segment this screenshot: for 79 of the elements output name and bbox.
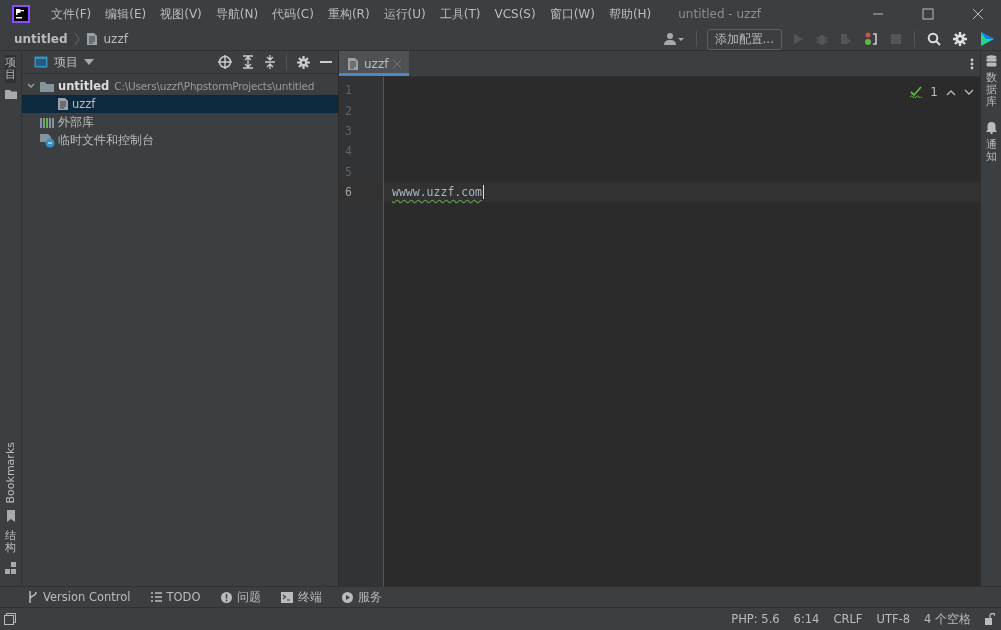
tool-window-button[interactable]: Version Control	[28, 590, 131, 604]
bell-icon	[985, 122, 997, 135]
database-icon	[985, 55, 997, 67]
tool-window-tab[interactable]: 数据库	[985, 70, 997, 111]
tool-window-button[interactable]: TODO	[150, 590, 201, 604]
menu-item[interactable]: 窗口(W)	[544, 5, 600, 23]
attach-debugger-icon[interactable]	[864, 32, 878, 46]
tool-window-tab[interactable]: 项目	[5, 55, 16, 84]
status-item[interactable]: CRLF	[833, 612, 863, 626]
tree-row[interactable]: 外部库	[22, 113, 338, 131]
list-icon	[150, 592, 162, 602]
settings-icon[interactable]	[297, 55, 310, 69]
menu-item[interactable]: 视图(V)	[155, 5, 207, 23]
menu-item[interactable]: 编辑(E)	[100, 5, 152, 23]
menu-item[interactable]: 重构(R)	[322, 5, 375, 23]
panel-title[interactable]: 项目	[54, 53, 78, 71]
play-logo-icon[interactable]	[979, 31, 995, 47]
more-icon[interactable]	[970, 57, 974, 70]
code-line: wwww.uzzf.com	[392, 185, 482, 200]
menu-item[interactable]: 工具(T)	[434, 5, 486, 23]
next-icon[interactable]	[964, 88, 974, 96]
breadcrumb-separator-icon	[73, 32, 80, 46]
app-logo-icon	[12, 5, 30, 23]
tree-row[interactable]: 临时文件和控制台	[22, 131, 338, 149]
menu-item[interactable]: 文件(F)	[46, 5, 97, 23]
settings-icon[interactable]	[953, 32, 967, 46]
editor-tab[interactable]: uzzf	[339, 51, 410, 76]
menu-item[interactable]: 导航(N)	[210, 5, 264, 23]
terminal-icon	[280, 591, 293, 603]
tool-window-button[interactable]: 问题	[220, 589, 261, 605]
search-icon[interactable]	[927, 32, 941, 46]
tree-row[interactable]: untitled C:\Users\uzzf\PhpstormProjects\untitled	[22, 77, 338, 95]
tool-window-tab[interactable]: 结构	[5, 527, 16, 556]
status-item[interactable]: 6:14	[793, 612, 820, 626]
tree-row[interactable]: uzzf	[22, 95, 338, 113]
add-configuration-button[interactable]: 添加配置...	[706, 28, 782, 50]
close-icon[interactable]	[972, 8, 984, 20]
inspection-count[interactable]: 1	[930, 85, 938, 99]
tree-item-label: 外部库	[58, 114, 94, 130]
weak-warning-icon	[910, 86, 923, 98]
collapse-all-icon[interactable]	[264, 55, 276, 69]
lock-icon[interactable]	[985, 613, 995, 625]
file-icon	[347, 56, 359, 71]
dropdown-arrow-icon[interactable]	[84, 59, 94, 65]
file-icon	[57, 97, 69, 111]
structure-icon	[4, 562, 17, 574]
menu-item[interactable]: 帮助(H)	[603, 5, 657, 23]
play-circle-icon	[341, 591, 353, 603]
tool-window-button[interactable]: 服务	[341, 589, 382, 605]
user-icon[interactable]	[663, 32, 684, 46]
folder-icon	[39, 79, 55, 93]
breadcrumb-item[interactable]: untitled	[14, 32, 68, 46]
status-item[interactable]: UTF-8	[876, 612, 910, 626]
warning-icon	[220, 591, 232, 603]
previous-icon[interactable]	[946, 88, 956, 96]
expand-all-icon[interactable]	[242, 55, 254, 69]
status-item[interactable]: 4 个空格	[924, 611, 971, 627]
tool-window-tab[interactable]: 通知	[985, 137, 997, 166]
tool-window-button[interactable]: 终端	[280, 589, 322, 605]
project-path: C:\Users\uzzf\PhpstormProjects\untitled	[114, 80, 315, 92]
tool-window-tab[interactable]: Bookmarks	[4, 442, 17, 504]
tree-item-label: 临时文件和控制台	[58, 132, 154, 148]
menu-item[interactable]: 运行(U)	[378, 5, 431, 23]
breadcrumb-item[interactable]: uzzf	[103, 32, 128, 46]
status-item[interactable]: PHP: 5.6	[731, 612, 780, 626]
tree-item-label: untitled	[58, 79, 110, 93]
library-icon	[39, 115, 55, 129]
layout-icon[interactable]	[4, 613, 16, 625]
window-title: untitled - uzzf	[678, 7, 761, 21]
menu-item[interactable]: 代码(C)	[267, 5, 319, 23]
menu-item[interactable]: VCS(S)	[489, 7, 541, 21]
locate-icon[interactable]	[218, 55, 232, 69]
line-number: 6	[345, 185, 352, 200]
scratch-file-icon	[39, 132, 55, 148]
file-icon	[85, 32, 98, 46]
bookmark-icon	[5, 509, 16, 522]
branch-icon	[28, 591, 38, 603]
maximize-icon[interactable]	[922, 8, 934, 20]
tree-item-label: uzzf	[72, 97, 96, 111]
